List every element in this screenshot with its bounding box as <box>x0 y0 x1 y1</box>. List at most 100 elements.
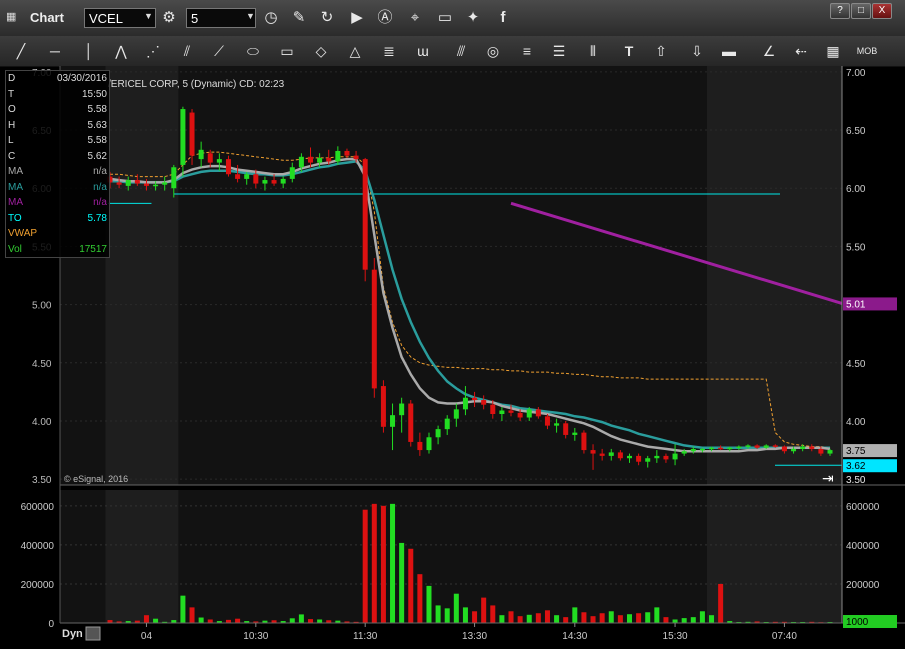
candle-body <box>818 448 824 454</box>
time-tick-label: 13:30 <box>462 631 487 642</box>
line-tool-icon[interactable]: ╱ <box>8 40 34 62</box>
clock-icon[interactable]: ◷ <box>260 8 282 28</box>
data-window-key: MA <box>8 166 23 177</box>
data-window-row: O 5.58 <box>6 102 109 118</box>
data-window-row: VWAP <box>6 226 109 242</box>
wave-tool-icon[interactable]: ɯ <box>410 40 436 62</box>
candle <box>371 258 377 398</box>
candle-body <box>608 452 614 456</box>
channel-tool-icon[interactable]: ≣ <box>376 40 402 62</box>
candle-body <box>544 416 550 426</box>
data-window-row: T 15:50 <box>6 87 109 103</box>
volume-tick-label-left: 0 <box>48 619 54 630</box>
candle-body <box>709 447 715 450</box>
text-lines-tool-icon[interactable]: ≡ <box>514 40 540 62</box>
gear-icon[interactable]: ⚙ <box>158 8 180 28</box>
volume-bar <box>526 614 532 623</box>
volume-bar <box>289 618 295 623</box>
candle-body <box>617 452 623 459</box>
candle-body <box>289 167 295 179</box>
comment-icon[interactable]: ▭ <box>434 8 456 28</box>
candle-body <box>736 446 742 449</box>
volume-bar <box>563 617 569 623</box>
arrow-down-tool-icon[interactable]: ⇩ <box>684 40 710 62</box>
ellipse-tool-icon[interactable]: ⬭ <box>240 40 266 62</box>
price-tick-label: 5.50 <box>846 242 866 253</box>
price-tick-label: 7.00 <box>846 68 866 79</box>
volume-bar <box>572 607 578 623</box>
rectangle-tool-icon[interactable]: ▭ <box>274 40 300 62</box>
session-shade-vol-0 <box>105 490 179 623</box>
volume-bar <box>189 607 195 623</box>
candle-body <box>362 159 368 270</box>
angle-tool-icon[interactable]: ∠ <box>756 40 782 62</box>
hline-tool-icon[interactable]: ─ <box>42 40 68 62</box>
candle-body <box>745 445 751 447</box>
parallel-tool-icon[interactable]: ⫻ <box>448 40 474 62</box>
volume-bar <box>390 503 396 623</box>
volume-bar <box>499 615 505 623</box>
candle-body <box>280 178 286 184</box>
eraser-tool-icon[interactable]: ◇ <box>308 40 334 62</box>
circle-tool-icon[interactable]: ◎ <box>480 40 506 62</box>
volume-tick-label-left: 600000 <box>21 502 55 513</box>
pencil-icon[interactable]: ✎ <box>288 8 310 28</box>
volume-bar <box>380 505 386 623</box>
candle-body <box>225 159 231 175</box>
text-tool-icon[interactable]: T <box>616 40 642 62</box>
symbol-dropdown-icon[interactable]: ▼ <box>144 11 153 21</box>
session-shading <box>60 66 842 623</box>
back-arrow-tool-icon[interactable]: ⇠ <box>788 40 814 62</box>
trendline-tool-icon[interactable]: ⟋ <box>206 40 232 62</box>
close-button[interactable]: X <box>872 3 892 19</box>
app-menu-icon[interactable]: ▦ <box>6 10 20 24</box>
interval-dropdown-icon[interactable]: ▼ <box>246 11 255 21</box>
candle-body <box>253 174 259 184</box>
data-window-value: 5.62 <box>87 150 107 162</box>
bar-tool-icon[interactable]: ▬ <box>716 40 742 62</box>
candle-body <box>590 450 596 454</box>
facebook-icon[interactable]: f <box>492 8 514 28</box>
scroll-end-icon[interactable]: ⇥ <box>822 470 834 486</box>
volume-bar <box>371 503 377 623</box>
session-shade-1 <box>706 66 842 485</box>
gann-tool-icon[interactable]: ⫽ <box>174 40 200 62</box>
volume-bar <box>143 615 149 623</box>
play-icon[interactable]: ▶ <box>346 8 368 28</box>
mob-tool-icon[interactable]: MOB <box>854 40 880 62</box>
restore-button[interactable]: □ <box>851 3 871 19</box>
candle-body <box>554 423 560 426</box>
volume-bar <box>481 597 487 623</box>
vline-tool-icon[interactable]: │ <box>76 40 102 62</box>
link-icon[interactable]: ⌖ <box>404 8 426 28</box>
help-button[interactable]: ? <box>830 3 850 19</box>
candle-body <box>636 455 642 462</box>
polyline-tool-icon[interactable]: ⋀ <box>108 40 134 62</box>
window-title: Chart <box>30 10 64 25</box>
alert-icon[interactable]: Ⓐ <box>374 8 396 28</box>
twitter-icon[interactable]: ✦ <box>462 8 484 28</box>
dyn-label[interactable]: Dyn <box>62 628 83 640</box>
candle-body <box>563 423 569 435</box>
lock-icon[interactable] <box>85 626 101 641</box>
triangle-tool-icon[interactable]: △ <box>342 40 368 62</box>
candle-body <box>125 180 131 186</box>
refresh-icon[interactable]: ↻ <box>316 8 338 28</box>
candle-body <box>207 153 213 163</box>
data-window-key: C <box>8 150 16 162</box>
grid-tool-icon[interactable]: ▦ <box>820 40 846 62</box>
data-window-row: MA n/a <box>6 164 109 180</box>
volume-bar <box>654 607 660 623</box>
volume-badge: 1000 <box>846 617 869 628</box>
arrow-up-tool-icon[interactable]: ⇧ <box>648 40 674 62</box>
candle-body <box>572 432 578 435</box>
chart-canvas[interactable]: 7.007.006.506.506.006.005.505.505.005.00… <box>0 66 905 649</box>
cycle-tool-icon[interactable]: ⦀ <box>580 40 606 62</box>
data-window-key: H <box>8 119 16 131</box>
data-window-row: D 03/30/2016 <box>6 71 109 87</box>
price-badges: 5.01 3.75 3.62 3.50 1000 <box>843 297 897 628</box>
price-badge-3.50: 3.50 <box>846 475 866 486</box>
align-tool-icon[interactable]: ☰ <box>546 40 572 62</box>
candle-body <box>444 418 450 430</box>
fan-tool-icon[interactable]: ⋰ <box>140 40 166 62</box>
